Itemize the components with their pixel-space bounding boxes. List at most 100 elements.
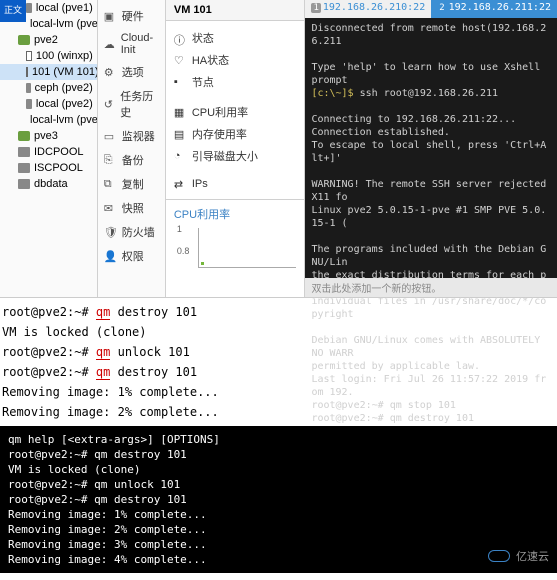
tree-item[interactable]: ISCPOOL [0,160,97,176]
vm-summary: VM 101 ⓘ状态♡HA状态▪节点▦CPU利用率▤内存使用率◔引导磁盘大小⇄I… [166,0,306,297]
tree-item[interactable]: pve2 [0,32,97,48]
menu-item[interactable]: ⚙ 选项 [98,60,165,84]
tree-item[interactable]: IDCPOOL [0,144,97,160]
tree-item[interactable]: dbdata [0,176,97,192]
bottom-line: Removing image: 3% complete... [8,537,549,552]
stat-row [174,93,297,101]
watermark: 亿速云 [488,547,549,565]
bottom-terminal: qm help [<extra-args>] [OPTIONS]root@pve… [0,426,557,573]
bottom-line: qm help [<extra-args>] [OPTIONS] [8,432,549,447]
stat-label: HA状态 [192,52,229,68]
tree-label: 101 (VM 101) [32,66,98,78]
term-line: individual files in /usr/share/doc/*/cop… [311,295,551,321]
menu-item[interactable]: ☁ Cloud-Init [98,28,165,60]
terminal-footer: 双击此处添加一个新的按钮。 [305,278,557,297]
menu-label: 快照 [122,200,144,216]
term-line: root@pve2:~# qm stop 101 [311,399,551,412]
term-line [311,165,551,178]
backup-icon: ⎘ [104,154,116,166]
srv-icon [18,131,30,141]
tree-item[interactable]: 100 (winxp) [0,48,97,64]
vm-header: VM 101 [166,0,305,21]
net-icon: ⇄ [174,178,186,190]
ssh-terminal[interactable]: 1192.168.26.210:22 2192.168.26.211:22 Di… [305,0,557,297]
heart-icon: ♡ [174,54,186,66]
snapshot-icon: ✉ [104,202,116,214]
terminal-body[interactable]: Disconnected from remote host(192.168.26… [305,18,557,469]
menu-item[interactable]: 🛡防火墙 [98,220,165,244]
stat-list: ⓘ状态♡HA状态▪节点▦CPU利用率▤内存使用率◔引导磁盘大小⇄IPs [166,21,305,199]
tree-item[interactable]: 101 (VM 101) [0,64,97,80]
stat-row: ♡ HA状态 [174,49,297,71]
terminal-tabs: 1192.168.26.210:22 2192.168.26.211:22 [305,0,557,18]
term-line: [c:\~]$ ssh root@192.168.26.211 [311,87,551,100]
term-line [311,321,551,334]
menu-item[interactable]: ⎘ 备份 [98,148,165,172]
disk-icon [18,163,30,173]
stat-row [174,167,297,175]
menu-label: Cloud-Init [121,32,159,56]
chart-title: CPU利用率 [174,204,297,228]
copy-icon: ⧉ [104,178,116,190]
bottom-line: Removing image: 2% complete... [8,522,549,537]
term-line: Connection established. [311,126,551,139]
bottom-line: root@pve2:~# qm destroy 101 [8,447,549,462]
menu-label: 选项 [122,64,144,80]
cloud-icon [488,547,512,565]
menu-label: 复制 [122,176,144,192]
perm-icon: 👤 [104,250,116,262]
gear-icon: ⚙ [104,66,116,78]
tree-item[interactable]: local-lvm (pve2) [0,112,97,128]
tree-label: pve2 [34,34,58,46]
menu-item[interactable]: 👤 权限 [98,244,165,268]
stat-label: IPs [192,178,208,190]
stat-label: 状态 [192,30,214,46]
tree-label: local-lvm (pve1) [30,18,98,30]
tree-item[interactable]: ceph (pve2) [0,80,97,96]
disk-icon [26,83,31,93]
history-icon: ↺ [104,98,115,110]
monitor-icon: ▭ [104,130,116,142]
menu-label: 任务历史 [120,88,159,120]
menu-item[interactable]: ✉ 快照 [98,196,165,220]
term-line: Linux pve2 5.0.15-1-pve #1 SMP PVE 5.0.1… [311,204,551,230]
disk-icon: ◔ [174,150,186,162]
terminal-tab-2[interactable]: 2192.168.26.211:22 [431,0,557,18]
menu-label: 备份 [122,152,144,168]
chart-line [201,262,204,265]
menu-label: 权限 [122,248,144,264]
vm-icon [26,51,32,61]
stat-row: ⓘ 状态 [174,27,297,49]
cloud-icon: ☁ [104,38,115,50]
bottom-line: VM is locked (clone) [8,462,549,477]
menu-item[interactable]: ↺ 任务历史 [98,84,165,124]
disk-icon [18,179,30,189]
term-line: Type 'help' to learn how to use Xshell p… [311,61,551,87]
node-icon: ▪ [174,76,186,88]
stat-label: 节点 [192,74,214,90]
term-line: Connecting to 192.168.26.211:22... [311,113,551,126]
info-icon: ⓘ [174,32,186,44]
term-line: To escape to local shell, press 'Ctrl+Al… [311,139,551,165]
menu-item[interactable]: ⧉ 复制 [98,172,165,196]
tree-label: local (pve2) [36,98,93,110]
term-line [311,48,551,61]
disk-icon [26,3,32,13]
stat-label: 引导磁盘大小 [192,148,258,164]
menu-item[interactable]: ▭监视器 [98,124,165,148]
menu-label: 硬件 [122,8,144,24]
term-line: root@pve2:~# qm destroy 101 [311,412,551,425]
firewall-icon: 🛡 [104,226,116,238]
disk-icon [26,99,32,109]
top-panel: local (pve1)local-lvm (pve1)pve2100 (win… [0,0,557,298]
disk-icon [18,147,30,157]
term-line [311,230,551,243]
mini-chart: 1 0.8 [198,228,297,268]
tree-label: ISCPOOL [34,162,83,174]
tree-item[interactable]: pve3 [0,128,97,144]
tree-item[interactable]: local (pve2) [0,96,97,112]
bottom-line: Removing image: 4% complete... [8,552,549,567]
terminal-tab-1[interactable]: 1192.168.26.210:22 [305,0,431,18]
menu-item[interactable]: ▣硬件 [98,4,165,28]
mem-icon: ▤ [174,128,186,140]
